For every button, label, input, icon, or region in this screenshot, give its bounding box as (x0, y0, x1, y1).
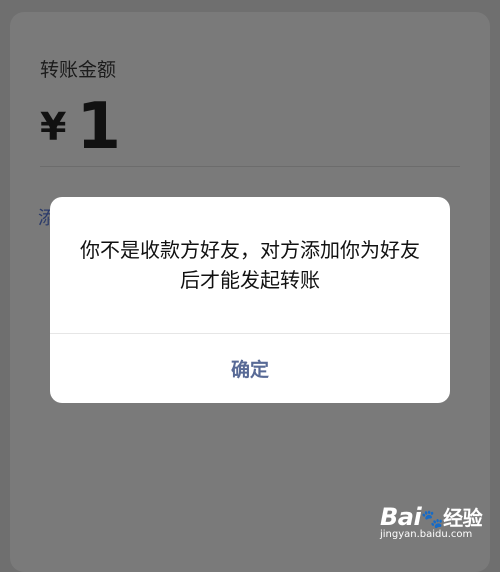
amount-divider (40, 166, 460, 167)
watermark-brand-suffix: 经验 (443, 506, 483, 530)
watermark-brand-prefix: Bai (380, 503, 422, 531)
watermark-url: jingyan.baidu.com (380, 529, 473, 540)
paw-icon: 🐾 (421, 509, 444, 530)
alert-dialog: 你不是收款方好友，对方添加你为好友后才能发起转账 确定 (50, 197, 450, 403)
baidu-logo: Bai🐾经验 (380, 502, 483, 531)
currency-symbol: ¥ (40, 105, 67, 149)
dialog-message: 你不是收款方好友，对方添加你为好友后才能发起转账 (80, 238, 420, 292)
amount-value: 1 (76, 90, 121, 164)
confirm-button[interactable]: 确定 (50, 334, 450, 403)
baidu-watermark: Bai🐾经验 jingyan.baidu.com (380, 502, 483, 540)
amount-label: 转账金额 (40, 59, 117, 81)
amount-display: ¥ 1 (40, 92, 121, 162)
